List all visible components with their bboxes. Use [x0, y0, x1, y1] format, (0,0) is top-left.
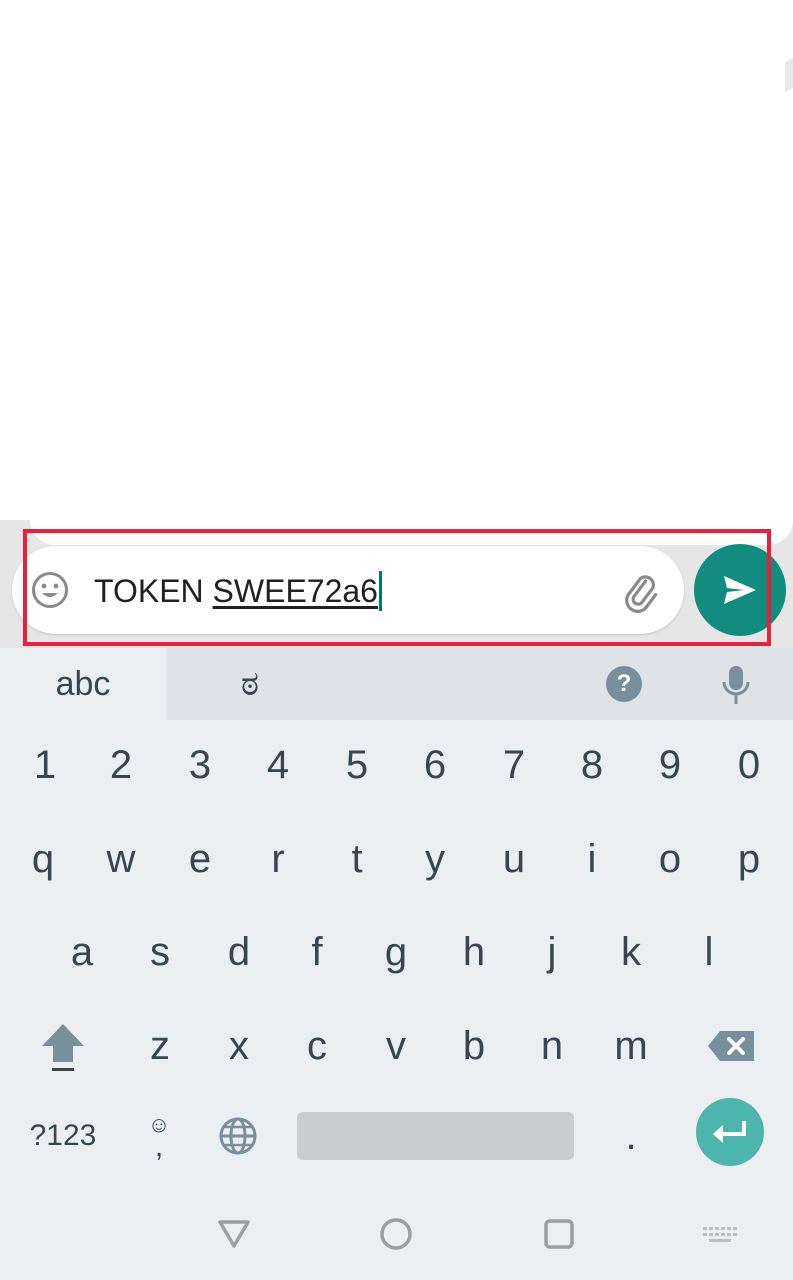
- key-5[interactable]: 5: [318, 720, 396, 810]
- symbols-key[interactable]: ?123: [20, 1091, 106, 1181]
- backspace-icon: [708, 1031, 754, 1061]
- emoji-comma-bottom: ,: [154, 1130, 164, 1163]
- key-n[interactable]: n: [513, 1001, 591, 1091]
- key-l[interactable]: l: [670, 907, 748, 997]
- key-i[interactable]: i: [553, 814, 631, 904]
- key-x[interactable]: x: [200, 1001, 278, 1091]
- globe-icon: [219, 1117, 257, 1155]
- key-4[interactable]: 4: [239, 720, 317, 810]
- chat-area: [0, 0, 793, 545]
- help-icon[interactable]: ?: [606, 666, 642, 702]
- emoji-comma-key[interactable]: ☺ ,: [120, 1091, 198, 1181]
- chat-edge-mark: [785, 57, 793, 93]
- home-circle-icon[interactable]: [374, 1212, 418, 1256]
- system-nav-bar: [0, 1188, 793, 1280]
- key-q[interactable]: q: [4, 814, 82, 904]
- key-8[interactable]: 8: [553, 720, 631, 810]
- key-1[interactable]: 1: [6, 720, 84, 810]
- key-t[interactable]: t: [318, 814, 396, 904]
- back-triangle-icon[interactable]: [212, 1212, 256, 1256]
- key-h[interactable]: h: [435, 907, 513, 997]
- tab-abc[interactable]: abc: [0, 648, 166, 720]
- key-p[interactable]: p: [710, 814, 788, 904]
- key-y[interactable]: y: [396, 814, 474, 904]
- keyboard-icon[interactable]: [697, 1212, 741, 1256]
- key-f[interactable]: f: [278, 907, 356, 997]
- key-g[interactable]: g: [357, 907, 435, 997]
- key-v[interactable]: v: [357, 1001, 435, 1091]
- key-b[interactable]: b: [435, 1001, 513, 1091]
- key-m[interactable]: m: [592, 1001, 670, 1091]
- key-o[interactable]: o: [631, 814, 709, 904]
- key-u[interactable]: u: [475, 814, 553, 904]
- shift-key[interactable]: [24, 1001, 102, 1091]
- key-2[interactable]: 2: [82, 720, 160, 810]
- microphone-icon[interactable]: [718, 662, 754, 708]
- key-k[interactable]: k: [592, 907, 670, 997]
- key-a[interactable]: a: [43, 907, 121, 997]
- language-key[interactable]: [199, 1091, 277, 1181]
- key-d[interactable]: d: [200, 907, 278, 997]
- highlight-box: [23, 529, 771, 646]
- key-6[interactable]: 6: [396, 720, 474, 810]
- key-3[interactable]: 3: [161, 720, 239, 810]
- soft-keyboard: abc ಠ ? 1 2 3 4 5 6 7 8 9 0 q w e r t y …: [0, 648, 793, 1188]
- enter-icon: [713, 1121, 746, 1143]
- key-r[interactable]: r: [239, 814, 317, 904]
- tab-kannada[interactable]: ಠ: [200, 648, 300, 720]
- space-bar[interactable]: [297, 1112, 574, 1160]
- keyboard-top-bar: abc ಠ ?: [0, 648, 793, 720]
- shift-icon: [42, 1024, 84, 1071]
- key-7[interactable]: 7: [475, 720, 553, 810]
- enter-button[interactable]: [696, 1098, 764, 1166]
- backspace-key[interactable]: [692, 1001, 770, 1091]
- key-e[interactable]: e: [161, 814, 239, 904]
- key-w[interactable]: w: [82, 814, 160, 904]
- period-key[interactable]: .: [592, 1091, 670, 1181]
- key-0[interactable]: 0: [710, 720, 788, 810]
- key-j[interactable]: j: [513, 907, 591, 997]
- key-z[interactable]: z: [121, 1001, 199, 1091]
- key-c[interactable]: c: [278, 1001, 356, 1091]
- key-s[interactable]: s: [121, 907, 199, 997]
- recents-square-icon[interactable]: [537, 1212, 581, 1256]
- key-9[interactable]: 9: [631, 720, 709, 810]
